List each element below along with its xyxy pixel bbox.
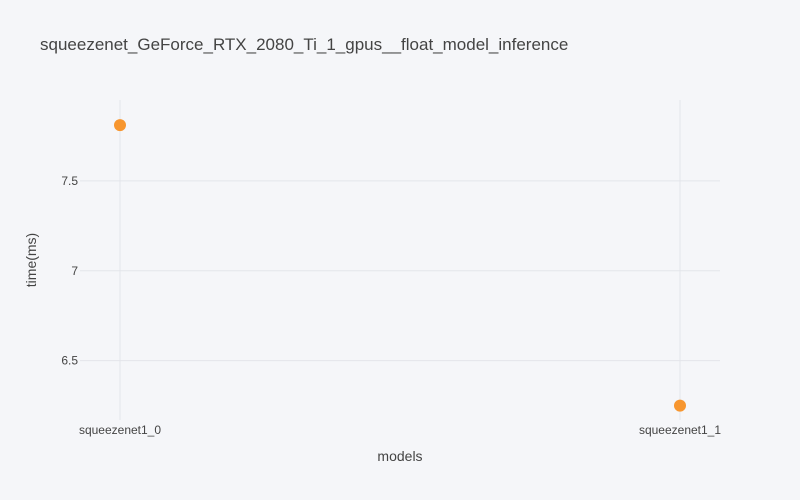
y-tick-label: 7.5 [61,174,78,188]
scatter-chart: squeezenet1_0 squeezenet1_1 6.5 7 7.5 squeez… [0,0,800,500]
chart-container: squeezenet1_0 squeezenet1_1 6.5 7 7.5 squeez… [0,0,800,500]
y-tick-label: 6.5 [61,354,78,368]
x-tick-label: squeezenet1_0 [79,423,161,437]
y-axis-label: time(ms) [23,233,39,287]
x-tick-label: squeezenet1_1 [639,423,721,437]
x-axis-label: models [377,448,422,464]
y-tick-label: 7 [71,264,78,278]
chart-title: squeezenet_GeForce_RTX_2080_Ti_1_gpus__f… [40,35,568,54]
data-point[interactable] [114,119,126,132]
data-point[interactable] [674,399,686,412]
